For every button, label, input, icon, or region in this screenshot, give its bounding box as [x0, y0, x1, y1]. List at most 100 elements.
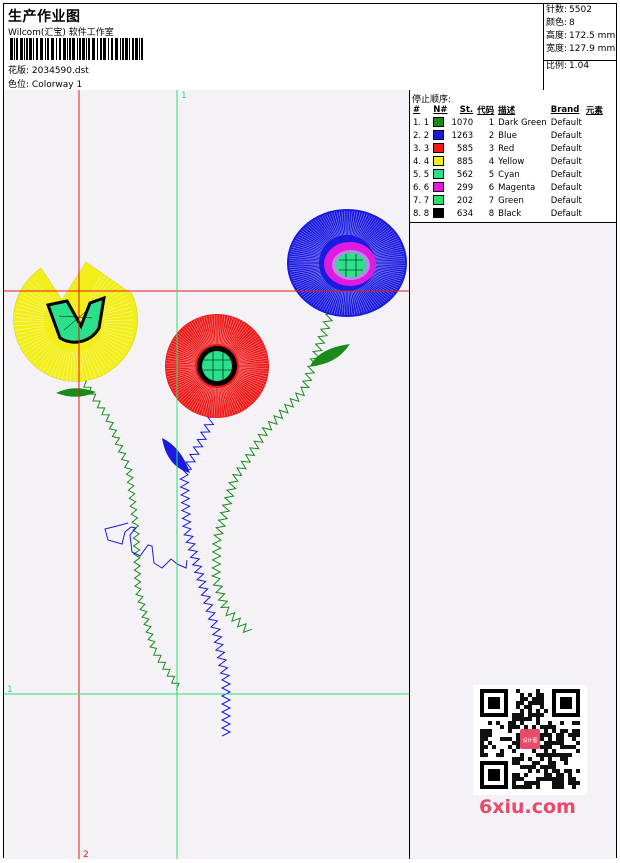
swatch-chip	[433, 182, 444, 192]
table-row: 4. 48854YellowDefault	[411, 155, 605, 168]
col-code: 代码	[475, 103, 496, 116]
stat-height: 高度:172.5 mm	[544, 30, 617, 43]
color-swatch	[431, 207, 449, 220]
table-row: 5. 55625CyanDefault	[411, 168, 605, 181]
design-name: 花版: 2034590.dst	[8, 63, 89, 76]
watermark: 6xiu.com	[479, 796, 576, 818]
row-element	[584, 181, 605, 194]
row-desc: Magenta	[496, 181, 549, 194]
row-element	[584, 194, 605, 207]
color-swatch	[431, 155, 449, 168]
row-brand: Default	[549, 207, 584, 220]
row-code: 5	[475, 168, 496, 181]
row-code: 1	[475, 116, 496, 129]
red-flower	[165, 314, 269, 418]
color-swatch	[431, 116, 449, 129]
row-stitches: 634	[449, 207, 475, 220]
stem-middle	[180, 410, 230, 736]
guide-label-green-h: 1	[7, 685, 13, 695]
table-row: 3. 35853RedDefault	[411, 142, 605, 155]
blue-flower	[287, 209, 407, 317]
row-index: 7. 7	[411, 194, 431, 207]
row-index: 3. 3	[411, 142, 431, 155]
stat-scale: 比例:1.04	[544, 60, 589, 73]
col-n: N#	[431, 103, 449, 116]
design-value: 2034590.dst	[32, 66, 89, 76]
guide-label-green-v: 1	[181, 91, 187, 101]
row-stitches: 585	[449, 142, 475, 155]
worksheet: 生产作业图 Wilcom(汇宝) 软件工作室 花版: 2034590.dst 色…	[3, 3, 617, 858]
stem-left	[84, 380, 179, 690]
table-row: 7. 72027GreenDefault	[411, 194, 605, 207]
stat-stitches: 针数:5502	[544, 4, 617, 17]
svg-text:设计图: 设计图	[522, 737, 537, 744]
row-index: 6. 6	[411, 181, 431, 194]
stop-sequence-table: # N# St. 代码 描述 Brand 元素 1. 110701Dark Gr…	[411, 103, 605, 220]
swatch-chip	[433, 195, 444, 205]
row-brand: Default	[549, 155, 584, 168]
table-row: 2. 2 12632BlueDefault	[411, 129, 605, 142]
color-swatch	[431, 142, 449, 155]
row-element	[584, 116, 605, 129]
stop-sequence-title: 停止顺序:	[410, 90, 616, 103]
swatch-chip	[433, 143, 444, 153]
swatch-chip	[433, 169, 444, 179]
table-row: 8. 86348BlackDefault	[411, 207, 605, 220]
colorway: 色位: Colorway 1	[8, 77, 82, 90]
side-panel: 停止顺序: # N# St. 代码 描述 Brand 元素 1. 110701D…	[410, 90, 616, 859]
swatch-chip	[433, 117, 444, 127]
stop-sequence: 停止顺序: # N# St. 代码 描述 Brand 元素 1. 110701D…	[410, 90, 616, 223]
row-element	[584, 155, 605, 168]
col-element: 元素	[584, 103, 605, 116]
colorway-value: Colorway 1	[32, 80, 82, 90]
col-desc: 描述	[496, 103, 549, 116]
row-brand: Default	[549, 181, 584, 194]
row-desc: Cyan	[496, 168, 549, 181]
blue-tendril	[105, 523, 187, 568]
design-canvas: 2 1 1	[4, 90, 410, 859]
row-element	[584, 168, 605, 181]
row-desc: Blue	[496, 129, 549, 142]
swatch-chip	[433, 156, 444, 166]
row-code: 7	[475, 194, 496, 207]
row-index: 5. 5	[411, 168, 431, 181]
row-code: 6	[475, 181, 496, 194]
guide-label-red: 2	[83, 850, 89, 859]
col-st: St.	[449, 103, 475, 116]
row-brand: Default	[549, 116, 584, 129]
color-swatch	[431, 168, 449, 181]
swatch-chip	[433, 208, 444, 218]
table-row: 1. 110701Dark GreenDefault	[411, 116, 605, 129]
row-element	[584, 129, 605, 142]
yellow-flower	[13, 262, 137, 382]
row-code: 2	[475, 129, 496, 142]
row-brand: Default	[549, 129, 584, 142]
row-code: 4	[475, 155, 496, 168]
row-brand: Default	[549, 142, 584, 155]
header: 生产作业图 Wilcom(汇宝) 软件工作室 花版: 2034590.dst 色…	[4, 4, 616, 91]
stat-width: 宽度:127.9 mm	[544, 43, 617, 56]
row-brand: Default	[549, 194, 584, 207]
row-index: 8. 8	[411, 207, 431, 220]
stat-colors: 颜色:8	[544, 17, 617, 30]
color-swatch	[431, 129, 449, 142]
row-index: 2. 2	[411, 129, 431, 142]
colorway-label: 色位:	[8, 80, 29, 90]
row-element	[584, 207, 605, 220]
color-swatch	[431, 194, 449, 207]
row-desc: Red	[496, 142, 549, 155]
row-index: 1. 1	[411, 116, 431, 129]
barcode	[10, 38, 144, 60]
page-title: 生产作业图	[8, 6, 81, 26]
row-index: 4. 4	[411, 155, 431, 168]
swatch-chip	[433, 130, 444, 140]
row-desc: Dark Green	[496, 116, 549, 129]
row-stitches: 299	[449, 181, 475, 194]
row-stitches: 1263	[449, 129, 475, 142]
row-stitches: 885	[449, 155, 475, 168]
table-header: # N# St. 代码 描述 Brand 元素	[411, 103, 605, 116]
row-code: 8	[475, 207, 496, 220]
row-stitches: 562	[449, 168, 475, 181]
table-row: 6. 6 2996MagentaDefault	[411, 181, 605, 194]
row-stitches: 202	[449, 194, 475, 207]
